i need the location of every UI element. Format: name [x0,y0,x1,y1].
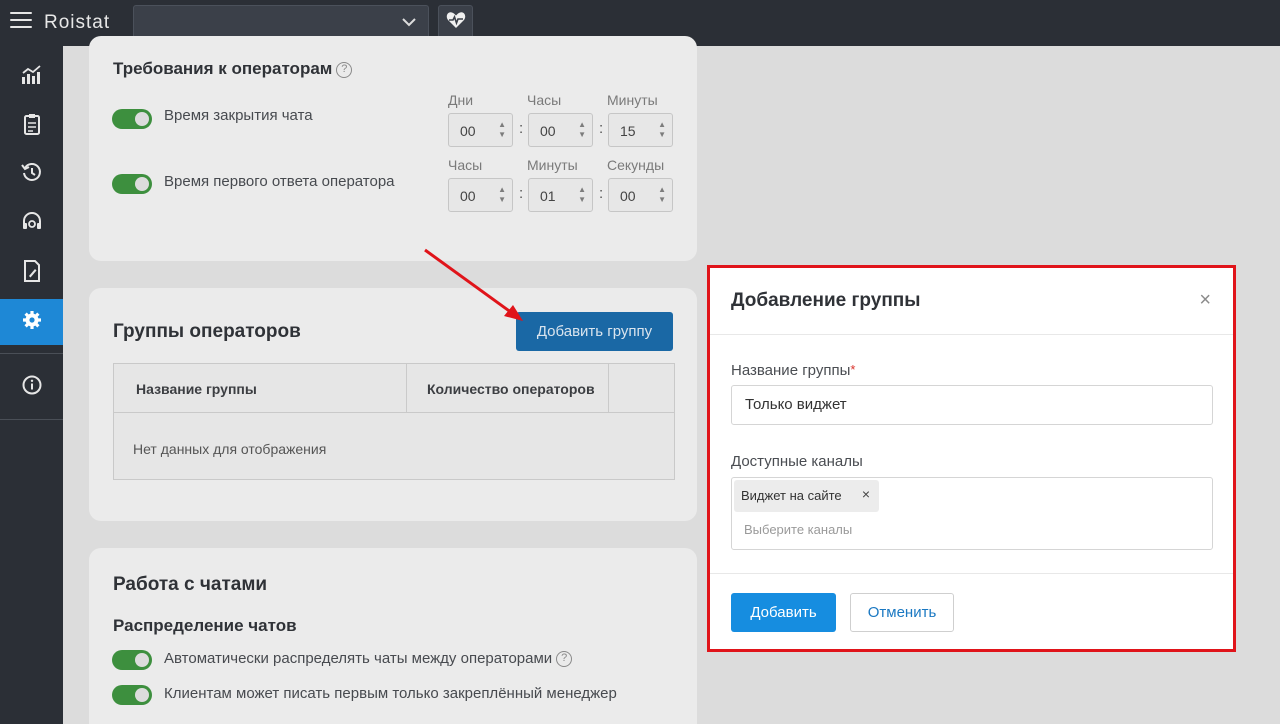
unit-label: Дни [448,92,474,108]
sidebar-item-history[interactable] [0,152,63,198]
stepper-value: 00 [460,188,476,204]
time-separator: : [599,120,604,137]
sidebar-item-settings[interactable] [0,299,63,345]
chevron-down-icon [402,15,416,30]
channels-label: Доступные каналы [731,453,863,470]
auto-distribute-text: Автоматически распределять чаты между оп… [164,650,553,667]
submit-button[interactable]: Добавить [731,593,836,632]
stepper-value: 15 [620,123,636,139]
chat-close-time-toggle[interactable] [112,109,152,129]
history-icon [20,162,43,189]
group-name-input[interactable]: Только виджет [731,385,1213,425]
operator-groups-title: Группы операторов [113,321,301,342]
headset-icon [21,211,43,238]
stepper-arrows-icon[interactable]: ▲ ▼ [658,120,666,140]
group-name-label: Название группы* [731,362,855,379]
health-button[interactable] [438,5,473,40]
seconds-stepper[interactable]: 00 ▲ ▼ [608,178,673,212]
unit-label: Часы [527,92,562,108]
app-logo[interactable]: Roistat [44,12,110,34]
time-separator: : [519,185,524,202]
sidebar-item-info[interactable] [0,364,63,410]
stepper-arrows-icon[interactable]: ▲ ▼ [498,185,506,205]
channel-chip-label: Виджет на сайте [741,488,842,503]
auto-distribute-label: Автоматически распределять чаты между оп… [164,650,573,668]
chat-settings-card: Работа с чатами Распределение чатов Авто… [89,548,697,724]
stepper-arrows-icon[interactable]: ▲ ▼ [578,120,586,140]
unit-label: Секунды [607,157,665,173]
sidebar-item-chats[interactable] [0,201,63,247]
sidebar-divider [0,353,63,354]
time-separator: : [519,120,524,137]
sidebar-item-documents[interactable] [0,250,63,296]
analytics-icon [21,64,43,90]
requirements-card: Требования к операторам? Время закрытия … [89,36,697,261]
menu-icon[interactable] [10,12,32,30]
clipboard-icon [23,113,41,140]
table-header-divider [114,412,674,413]
hours-stepper[interactable]: 00 ▲ ▼ [448,178,513,212]
channel-chip: Виджет на сайте × [734,480,879,512]
days-stepper[interactable]: 00 ▲ ▼ [448,113,513,147]
cancel-button[interactable]: Отменить [850,593,954,632]
modal-title: Добавление группы [731,290,921,311]
help-icon[interactable]: ? [336,61,353,78]
stepper-arrows-icon[interactable]: ▲ ▼ [658,185,666,205]
heart-pulse-icon [446,11,466,34]
stepper-value: 00 [620,188,636,204]
first-response-time-label: Время первого ответа оператора [164,173,395,190]
channels-placeholder[interactable]: Выберите каналы [744,522,852,537]
sidebar [0,46,63,724]
add-group-button[interactable]: Добавить группу [516,312,673,351]
minutes-stepper[interactable]: 15 ▲ ▼ [608,113,673,147]
sidebar-item-analytics[interactable] [0,54,63,100]
table-empty-message: Нет данных для отображения [133,441,327,457]
requirements-title-text: Требования к операторам [113,59,333,78]
assigned-manager-toggle[interactable] [112,685,152,705]
unit-label: Минуты [607,92,658,108]
info-icon [22,375,42,400]
assigned-manager-label: Клиентам может писать первым только закр… [164,685,617,702]
close-icon[interactable]: × [1199,289,1211,312]
stepper-arrows-icon[interactable]: ▲ ▼ [498,120,506,140]
first-response-time-toggle[interactable] [112,174,152,194]
time-separator: : [599,185,604,202]
help-icon[interactable]: ? [556,651,573,668]
requirements-title: Требования к операторам? [113,59,353,79]
modal-header-divider [710,334,1233,335]
chat-settings-title: Работа с чатами [113,574,268,595]
operator-groups-card: Группы операторов Добавить группу Назван… [89,288,697,521]
annotation-arrow [424,248,523,321]
unit-label: Минуты [527,157,578,173]
modal-footer-divider [710,573,1233,574]
sidebar-divider [0,419,63,420]
groups-table: Название группы Количество операторов Не… [113,363,675,480]
chat-close-time-label: Время закрытия чата [164,107,313,124]
hours-stepper[interactable]: 00 ▲ ▼ [528,113,593,147]
gear-icon [22,310,42,335]
sidebar-item-tasks[interactable] [0,103,63,149]
add-group-modal: Добавление группы × Название группы* Тол… [707,265,1236,652]
project-select[interactable] [133,5,429,40]
chat-distribution-subtitle: Распределение чатов [113,616,297,635]
unit-label: Часы [448,157,483,173]
stepper-value: 00 [540,123,556,139]
stepper-arrows-icon[interactable]: ▲ ▼ [578,185,586,205]
group-name-label-text: Название группы [731,362,851,379]
remove-chip-icon[interactable]: × [862,486,870,502]
document-edit-icon [23,259,41,287]
stepper-value: 00 [460,123,476,139]
channels-multiselect[interactable]: Виджет на сайте × Выберите каналы [731,477,1213,550]
stepper-value: 01 [540,188,556,204]
column-header-operator-count[interactable]: Количество операторов [407,364,609,412]
minutes-stepper[interactable]: 01 ▲ ▼ [528,178,593,212]
required-mark: * [850,362,856,377]
auto-distribute-toggle[interactable] [112,650,152,670]
column-header-group-name[interactable]: Название группы [114,364,407,412]
